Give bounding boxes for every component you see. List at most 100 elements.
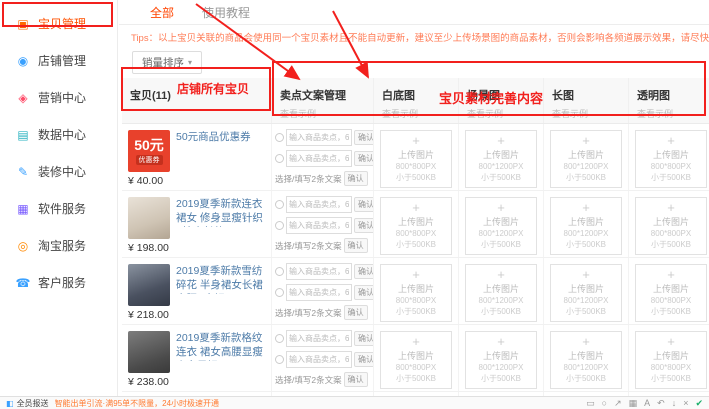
copy-hint-row: 选择/填写2条文案确认取消 (275, 372, 370, 387)
confirm-chip[interactable]: 确认 (354, 331, 374, 346)
sidebar-item-label: 数据中心 (38, 126, 86, 143)
radio-button[interactable] (275, 288, 284, 297)
upload-box[interactable]: +上传图片800*800PX小于500KB (380, 331, 452, 389)
upload-box[interactable]: +上传图片800*800PX小于500KB (380, 264, 452, 322)
sidebar-item-customer-service[interactable]: ☎客户服务 (0, 264, 117, 301)
selling-point-input[interactable] (286, 150, 352, 167)
radio-button[interactable] (275, 200, 284, 209)
confirm-chip[interactable]: 确认 (354, 264, 374, 279)
mosaic-tool-icon[interactable]: ▦ (629, 398, 638, 409)
product-id: ID:595625353801 (128, 256, 265, 257)
product-cell: 2019夏季新款格纹连衣 裙女高腰显瘦少女风裙¥ 238.00ID:595084… (122, 325, 272, 391)
confirm-button[interactable]: 确认 (344, 171, 368, 186)
sidebar-item-taobao-service[interactable]: ◎淘宝服务 (0, 227, 117, 264)
product-title-link[interactable]: 50元商品优惠券 (176, 130, 265, 160)
sidebar-item-shop-manage[interactable]: ◉店铺管理 (0, 42, 117, 79)
upload-box[interactable]: +上传图片800*800PX小于500KB (635, 130, 707, 188)
selling-point-row: 确认 (275, 129, 370, 146)
column-example-link[interactable]: 查看示例 (552, 107, 620, 120)
rect-tool-icon[interactable]: ▭ (586, 398, 595, 409)
upload-box[interactable]: +上传图片800*800PX小于500KB (635, 264, 707, 322)
radio-button[interactable] (275, 154, 284, 163)
selling-point-input[interactable] (286, 351, 352, 368)
upload-box[interactable]: +上传图片800*1200PX小于500KB (465, 264, 537, 322)
confirm-button[interactable]: 确认 (344, 305, 368, 320)
product-title-link[interactable]: 2019夏季新款连衣裙女 修身显瘦针织T恤中长款 (176, 197, 265, 227)
undo-tool-icon[interactable]: ↶ (657, 398, 665, 409)
upload-box[interactable]: +上传图片800*1200PX小于500KB (550, 264, 622, 322)
sidebar-item-label: 客户服务 (38, 274, 86, 291)
upload-box[interactable]: +上传图片800*1200PX小于500KB (465, 331, 537, 389)
upload-spec-limit: 小于500KB (551, 240, 621, 250)
confirm-chip[interactable]: 确认 (354, 197, 374, 212)
upload-box[interactable]: +上传图片800*800PX小于500KB (635, 197, 707, 255)
sidebar-item-software-service[interactable]: ▦软件服务 (0, 190, 117, 227)
selling-point-row: 确认 (275, 150, 370, 167)
confirm-chip[interactable]: 确认 (354, 130, 374, 145)
upload-spec-size: 800*800PX (381, 296, 451, 306)
confirm-button[interactable]: 确认 (344, 238, 368, 253)
column-header-scene: 场景图查看示例 (459, 78, 544, 123)
table-header: 宝贝(11)卖点文案管理查看示例白底图查看示例场景图查看示例长图查看示例透明图查… (122, 78, 709, 124)
upload-spec-size: 800*1200PX (466, 162, 536, 172)
column-example-link[interactable]: 查看示例 (382, 107, 450, 120)
circle-tool-icon[interactable]: ○ (602, 398, 607, 408)
confirm-chip[interactable]: 确认 (354, 285, 374, 300)
radio-button[interactable] (275, 355, 284, 364)
tab-all[interactable]: 全部 (150, 4, 174, 21)
sidebar-item-data-center[interactable]: ▤数据中心 (0, 116, 117, 153)
upload-box[interactable]: +上传图片800*1200PX小于500KB (550, 130, 622, 188)
sidebar-item-marketing-center[interactable]: ◈营销中心 (0, 79, 117, 116)
product-title-link[interactable]: 2019夏季新款雪纺碎花 半身裙女长裙高腰A字裙 (176, 264, 265, 294)
arrow-tool-icon[interactable]: ↗ (614, 398, 622, 409)
upload-box[interactable]: +上传图片800*1200PX小于500KB (550, 197, 622, 255)
confirm-chip[interactable]: 确认 (354, 151, 374, 166)
download-tool-icon[interactable]: ↓ (672, 398, 677, 408)
selling-point-input[interactable] (286, 330, 352, 347)
column-example-link[interactable]: 查看示例 (280, 107, 365, 120)
upload-cell-white-bg: +上传图片800*800PX小于500KB (374, 124, 459, 190)
upload-box[interactable]: +上传图片800*800PX小于500KB (635, 331, 707, 389)
radio-button[interactable] (275, 267, 284, 276)
column-header-label: 白底图 (382, 87, 450, 103)
sort-button[interactable]: 销量排序 ▾ (132, 51, 202, 74)
tab-tutorial[interactable]: 使用教程 (202, 4, 250, 21)
confirm-button[interactable]: 确认 (344, 372, 368, 387)
sidebar-item-label: 店铺管理 (38, 52, 86, 69)
product-title-link[interactable]: 2019夏季新款格纹连衣 裙女高腰显瘦少女风裙 (176, 331, 265, 361)
sidebar-item-decorate-center[interactable]: ✎装修中心 (0, 153, 117, 190)
upload-box[interactable]: +上传图片800*800PX小于500KB (380, 197, 452, 255)
radio-button[interactable] (275, 133, 284, 142)
selling-point-input[interactable] (286, 284, 352, 301)
selling-point-input[interactable] (286, 196, 352, 213)
confirm-chip[interactable]: 确认 (354, 218, 374, 233)
selling-point-input[interactable] (286, 263, 352, 280)
text-tool-icon[interactable]: A (644, 398, 650, 408)
confirm-chip[interactable]: 确认 (354, 352, 374, 367)
copy-cell: 确认确认选择/填写2条文案确认取消 (272, 258, 374, 324)
upload-spec-limit: 小于500KB (636, 307, 706, 317)
column-header-white-bg: 白底图查看示例 (374, 78, 459, 123)
sidebar-item-product-manage[interactable]: ▣宝贝管理 (0, 5, 117, 42)
upload-cell-transparent: +上传图片800*800PX小于500KB (629, 124, 709, 190)
upload-box[interactable]: +上传图片800*1200PX小于500KB (465, 197, 537, 255)
close-tool-icon[interactable]: × (683, 398, 688, 408)
column-example-link[interactable]: 查看示例 (467, 107, 535, 120)
upload-box[interactable]: +上传图片800*800PX小于500KB (380, 130, 452, 188)
upload-box[interactable]: +上传图片800*1200PX小于500KB (550, 331, 622, 389)
upload-spec-size: 800*1200PX (551, 363, 621, 373)
selling-point-row: 确认 (275, 196, 370, 213)
upload-spec-size: 800*1200PX (551, 229, 621, 239)
selling-point-input[interactable] (286, 217, 352, 234)
software-grid-icon: ▦ (15, 202, 31, 216)
radio-button[interactable] (275, 334, 284, 343)
upload-box[interactable]: +上传图片800*1200PX小于500KB (465, 130, 537, 188)
confirm-tool-icon[interactable]: ✔ (695, 398, 703, 409)
radio-button[interactable] (275, 221, 284, 230)
plus-icon: + (381, 134, 451, 147)
column-example-link[interactable]: 查看示例 (637, 107, 705, 120)
coupon-image: 50元优惠券 (128, 130, 170, 172)
upload-cell-scene: +上传图片800*1200PX小于500KB (459, 191, 544, 257)
selling-point-input[interactable] (286, 129, 352, 146)
upload-label: 上传图片 (466, 282, 536, 295)
